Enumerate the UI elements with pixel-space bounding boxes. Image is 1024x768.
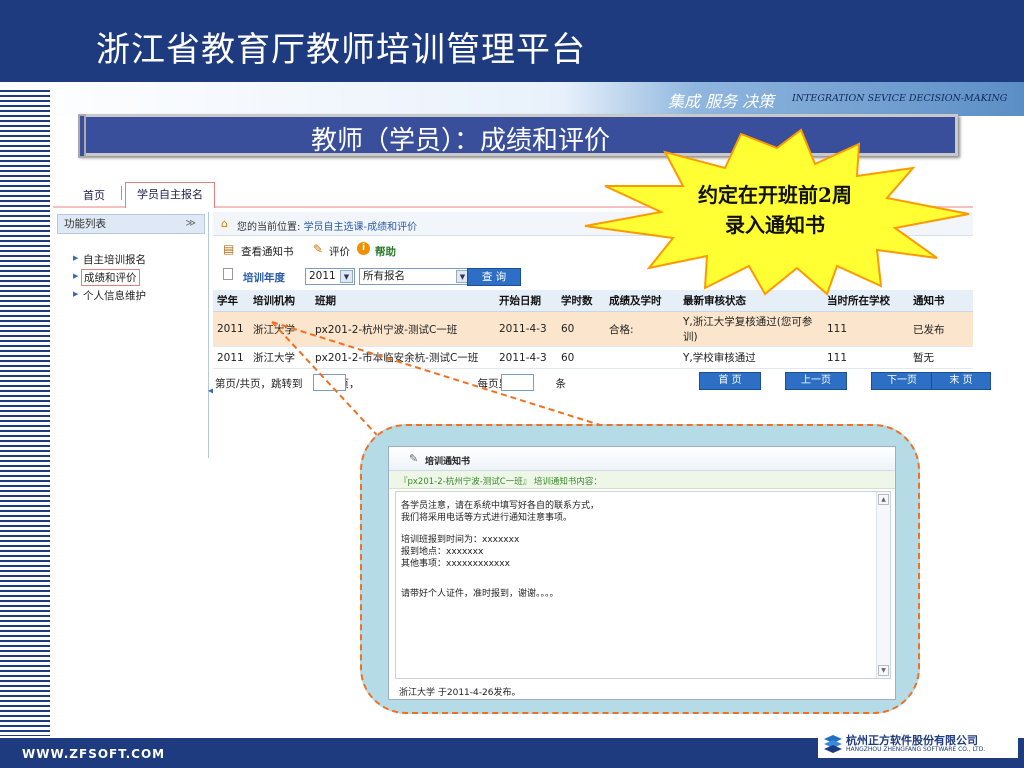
sidebar-header-label: 功能列表 — [64, 218, 106, 230]
grades-table: 学年 培训机构 班期 开始日期 学时数 成绩及学时 最新审核状态 当时所在学校 … — [213, 290, 973, 369]
edit-icon: ✎ — [409, 452, 419, 465]
scroll-up-icon[interactable]: ▲ — [878, 494, 889, 505]
slide-title: 浙江省教育厅教师培训管理平台 — [96, 30, 586, 70]
company-name-en: HANGZHOU ZHENGFANG SOFTWARE CO., LTD. — [846, 746, 986, 753]
cell-status: Y,学校审核通过 — [679, 346, 823, 369]
cell-notice-link[interactable]: 暂无 — [909, 346, 973, 369]
notice-content[interactable]: 各学员注意，请在系统中填写好各自的联系方式， 我们将采用电话等方式进行通知注意事… — [395, 491, 891, 679]
cell-score — [605, 346, 679, 369]
bullet-icon: ▶ — [73, 254, 79, 262]
breadcrumb-path[interactable]: 学员自主选课-成绩和评价 — [304, 222, 418, 233]
scope-select[interactable]: 所有报名 ▼ — [359, 268, 471, 285]
nav-separator — [121, 186, 122, 200]
heading-ledge — [78, 114, 86, 158]
sidebar-header: 功能列表 ≫ — [57, 214, 205, 234]
starburst-text: 约定在开班前2周 录入通知书 — [660, 180, 890, 240]
cell-school: 111 — [823, 346, 909, 369]
jump-page-input[interactable] — [313, 374, 346, 391]
cell-school: 111 — [823, 311, 909, 347]
decorative-stripes — [0, 90, 50, 736]
cell-org: 浙江大学 — [249, 346, 311, 369]
notice-line: 其他事项：xxxxxxxxxxxx — [401, 559, 510, 569]
breadcrumb-prefix: 您的当前位置: — [237, 222, 304, 233]
cell-year: 2011 — [213, 346, 249, 369]
prev-page-button[interactable]: 上一页 — [785, 372, 847, 390]
col-header: 班期 — [311, 290, 495, 312]
view-notice-button[interactable]: 查看通知书 — [241, 244, 294, 259]
year-select[interactable]: 2011 ▼ — [305, 268, 355, 285]
cell-hours: 60 — [557, 346, 605, 369]
sidebar-item-self-enroll[interactable]: 自主培训报名 — [83, 252, 146, 267]
col-header: 开始日期 — [495, 290, 557, 312]
first-page-button[interactable]: 首 页 — [699, 372, 761, 390]
next-page-button[interactable]: 下一页 — [871, 372, 933, 390]
cell-org: 浙江大学 — [249, 311, 311, 347]
company-logo: 杭州正方软件股份有限公司 HANGZHOU ZHENGFANG SOFTWARE… — [818, 730, 1018, 758]
cell-hours: 60 — [557, 311, 605, 347]
cell-start-date: 2011-4-3 — [495, 311, 557, 347]
cell-notice-link[interactable]: 已发布 — [909, 311, 973, 347]
notice-footer: 浙江大学 于2011-4-26发布。 — [399, 688, 521, 698]
notice-subtitle: 『px201-2-杭州宁波-测试C一班』 培训通知书内容： — [399, 477, 602, 487]
footer-site: WWW.ZFSOFT.COM — [22, 747, 166, 761]
cell-year: 2011 — [213, 311, 249, 347]
chevron-down-icon: ▼ — [340, 270, 353, 283]
col-header: 培训机构 — [249, 290, 311, 312]
company-logo-icon — [824, 735, 842, 753]
slogan-en: INTEGRATION SEVICE DECISION-MAKING — [792, 93, 1008, 104]
table-row[interactable]: 2011 浙江大学 px201-2-市本临安余杭-测试C一班 2011-4-3 … — [213, 346, 973, 369]
cell-class: px201-2-市本临安余杭-测试C一班 — [311, 346, 495, 369]
last-page-button-visible[interactable]: 末 页 — [931, 372, 991, 390]
page-size-input[interactable] — [501, 374, 534, 391]
notice-popup: ✎ 培训通知书 『px201-2-杭州宁波-测试C一班』 培训通知书内容： 各学… — [388, 446, 896, 700]
home-icon: ⌂ — [221, 217, 228, 230]
notice-doc-icon: ▤ — [223, 242, 235, 256]
notice-line: 我们将采用电话等方式进行通知注意事项。 — [401, 513, 573, 523]
cell-score: 合格: — [605, 311, 679, 347]
nav-home-link[interactable]: 首页 — [83, 187, 105, 203]
pagination: 第页/共页，跳转到 页， 每页显示条 首 页 上一页 下一页 — [213, 372, 973, 392]
pager-prefix: 第页/共页，跳转到 — [215, 378, 303, 390]
evaluate-button[interactable]: 评价 — [329, 244, 350, 259]
cell-start-date: 2011-4-3 — [495, 346, 557, 369]
help-icon: i — [357, 242, 370, 255]
bullet-icon: ▶ — [73, 290, 79, 298]
notice-title: 培训通知书 — [425, 457, 471, 467]
pager-items: 条 — [555, 378, 567, 390]
nav-tab-self-enroll[interactable]: 学员自主报名 — [125, 182, 215, 208]
collapse-chevron-icon[interactable]: ≫ — [186, 215, 196, 233]
notice-header: ✎ 培训通知书 — [389, 447, 895, 471]
starburst-line2: 录入通知书 — [725, 213, 825, 237]
query-button[interactable]: 查 询 — [467, 268, 521, 286]
sidebar-item-grades[interactable]: 成绩和评价 — [81, 269, 140, 286]
help-button[interactable]: 帮助 — [375, 244, 396, 259]
title-bar: 浙江省教育厅教师培训管理平台 — [0, 0, 1024, 82]
bullet-icon: ▶ — [73, 272, 79, 280]
pencil-icon: ✎ — [313, 242, 324, 256]
cell-status: Y,浙江大学复核通过(您可参训) — [679, 311, 823, 347]
notice-scrollbar[interactable]: ▲ ▼ — [876, 492, 890, 678]
cell-class: px201-2-杭州宁波-测试C一班 — [311, 311, 495, 347]
slogan-bar: 集成 服务 决策 INTEGRATION SEVICE DECISION-MAK… — [0, 82, 1024, 116]
slogan-cn: 集成 服务 决策 — [668, 92, 775, 111]
year-select-value: 2011 — [309, 270, 336, 282]
sidebar: 功能列表 ≫ ▶ 自主培训报名 ▶ 成绩和评价 ▶ 个人信息维护 — [53, 212, 209, 458]
notice-subtitle-bar: 『px201-2-杭州宁波-测试C一班』 培训通知书内容： — [389, 471, 895, 489]
starburst-line1: 约定在开班前2周 — [698, 183, 852, 207]
sidebar-item-profile[interactable]: 个人信息维护 — [83, 288, 146, 303]
year-label: 培训年度 — [243, 272, 285, 284]
document-icon — [223, 268, 233, 280]
table-row[interactable]: 2011 浙江大学 px201-2-杭州宁波-测试C一班 2011-4-3 60… — [213, 311, 973, 347]
scope-select-value: 所有报名 — [363, 270, 405, 282]
slide: 浙江省教育厅教师培训管理平台 集成 服务 决策 INTEGRATION SEVI… — [0, 0, 1024, 768]
col-header: 学年 — [213, 290, 249, 312]
notice-line: 请带好个人证件，准时报到，谢谢。。。。 — [401, 589, 559, 599]
scroll-down-icon[interactable]: ▼ — [878, 665, 889, 676]
breadcrumb-text: 您的当前位置: 学员自主选课-成绩和评价 — [237, 218, 417, 233]
